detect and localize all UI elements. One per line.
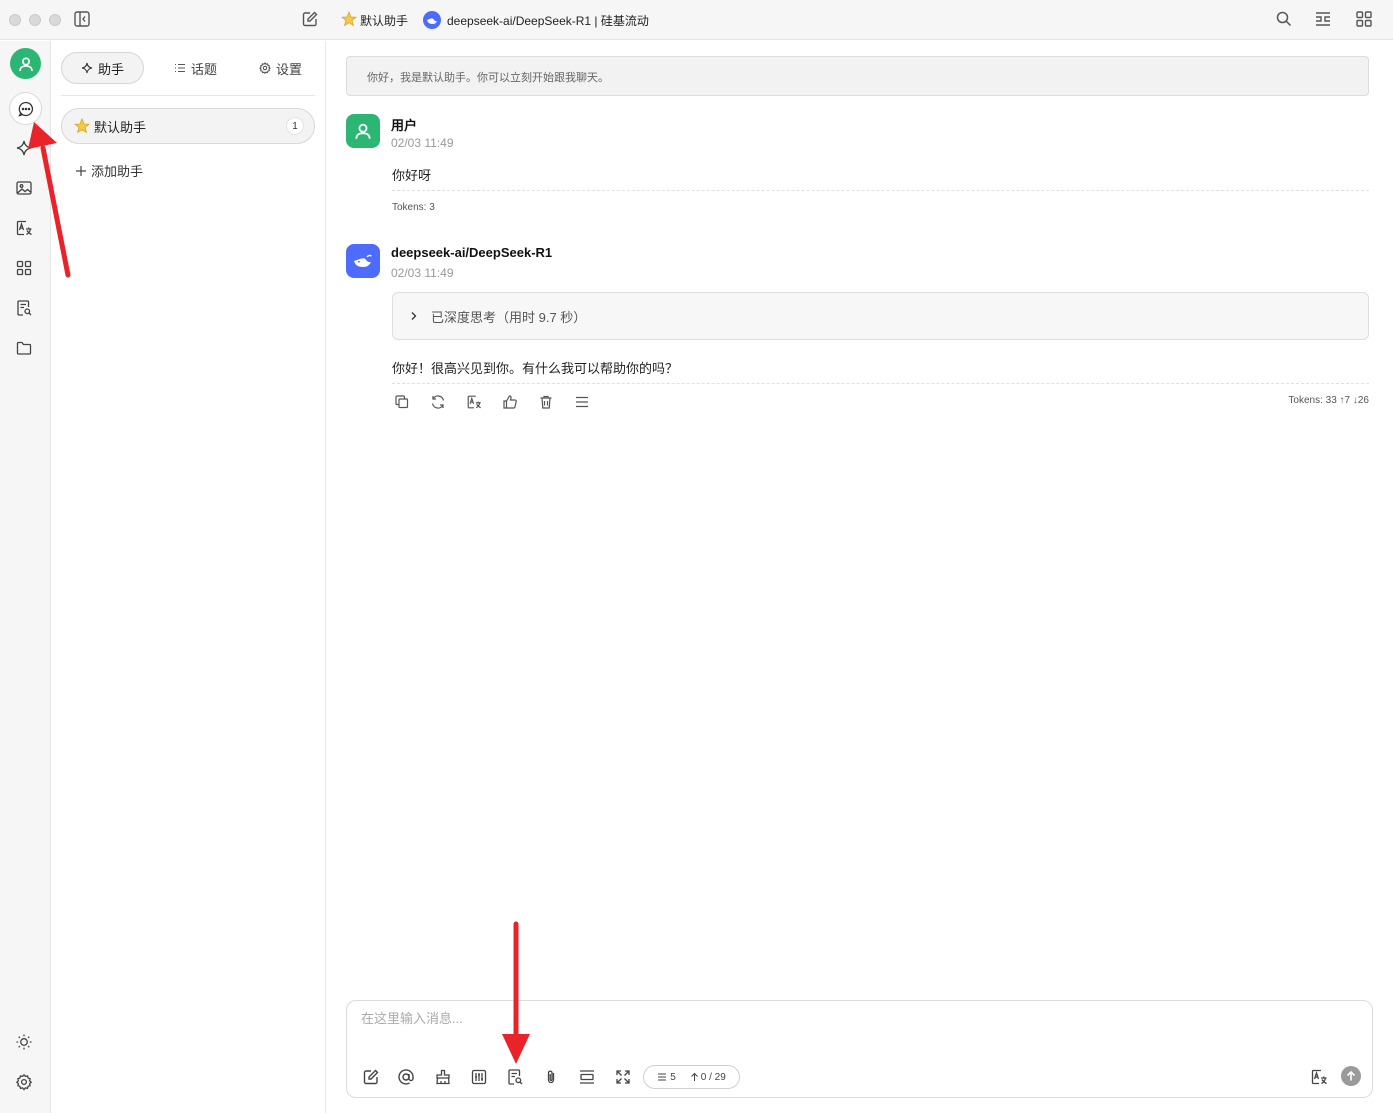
plus-icon (76, 165, 86, 176)
translate-icon[interactable] (15, 219, 35, 239)
tab-settings[interactable]: 设置 (239, 52, 322, 84)
user-message-author: 用户 (391, 118, 418, 133)
new-topic-icon[interactable] (362, 1068, 380, 1086)
clear-messages-icon[interactable] (434, 1068, 452, 1086)
apps-grid-icon[interactable] (1355, 10, 1375, 30)
user-message-avatar (346, 114, 380, 148)
tab-assistants-label: 助手 (97, 61, 124, 77)
model-message-time: 02/03 11:49 (391, 266, 454, 280)
send-button[interactable] (1341, 1066, 1361, 1086)
user-message-time: 02/03 11:49 (391, 136, 454, 150)
more-menu-icon[interactable] (574, 394, 590, 410)
deepseek-logo-icon (423, 11, 441, 29)
narrow-mode-icon[interactable] (1314, 10, 1334, 30)
expand-input-icon[interactable] (614, 1068, 632, 1086)
knowledge-base-icon[interactable] (15, 299, 35, 319)
message-input[interactable] (361, 1011, 1261, 1026)
attachment-icon[interactable] (542, 1068, 560, 1086)
window-minimize-button[interactable] (29, 14, 41, 26)
tab-topics-label: 话题 (190, 61, 217, 77)
add-assistant-button[interactable]: 添加助手 (75, 161, 143, 180)
deepseek-whale-icon (354, 254, 372, 267)
topic-count-badge: 1 (286, 117, 304, 135)
user-message-text: 你好呀 (392, 168, 432, 183)
model-message-tokens: Tokens: 33 ↑7 ↓26 (1288, 395, 1369, 406)
toggle-sidebar-icon[interactable] (73, 10, 93, 30)
arrow-up-icon (1346, 1070, 1356, 1081)
search-icon[interactable] (1275, 10, 1295, 30)
model-message-text: 你好！很高兴见到你。有什么我可以帮助你的吗？ (392, 361, 679, 376)
image-paint-icon[interactable] (15, 179, 35, 199)
chevron-right-icon (411, 312, 417, 320)
translate-input-icon[interactable] (1310, 1068, 1328, 1086)
model-message-author: deepseek-ai/DeepSeek-R1 (391, 245, 553, 260)
window-zoom-button[interactable] (49, 14, 61, 26)
new-chat-icon[interactable] (301, 10, 321, 30)
model-message-avatar (346, 244, 380, 278)
settings-gear-icon[interactable] (15, 1073, 35, 1093)
folder-icon[interactable] (15, 339, 35, 359)
list-icon (174, 63, 185, 73)
current-assistant-label[interactable]: 默认助手 (360, 12, 408, 29)
context-count: 5 (657, 1072, 676, 1083)
theme-sun-icon[interactable] (15, 1033, 35, 1053)
model-settings-icon[interactable] (470, 1068, 488, 1086)
user-message-tokens: Tokens: 3 (392, 202, 435, 213)
assistant-item-default[interactable]: 默认助手 1 (61, 108, 315, 144)
tab-assistants[interactable]: 助手 (61, 52, 144, 84)
chat-bubble-icon (17, 101, 33, 117)
mention-model-icon[interactable] (397, 1068, 415, 1086)
message-separator (392, 190, 1369, 191)
star-icon (74, 118, 90, 134)
chat-nav-button[interactable] (9, 92, 42, 125)
panel-divider (61, 95, 315, 96)
thumbs-up-icon[interactable] (502, 394, 518, 410)
context-limit-icon[interactable] (578, 1068, 596, 1086)
translate-message-icon[interactable] (466, 394, 482, 410)
arrow-up-icon (690, 1072, 698, 1081)
window-close-button[interactable] (9, 14, 21, 26)
gear-icon (259, 62, 271, 74)
chat-area: 你好，我是默认助手。你可以立刻开始跟我聊天。 用户 02/03 11:49 你好… (326, 41, 1393, 1113)
delete-icon[interactable] (538, 394, 554, 410)
thinking-label: 已深度思考（用时 9.7 秒） (431, 309, 587, 325)
message-separator (392, 383, 1369, 384)
current-model-label[interactable]: deepseek-ai/DeepSeek-R1 | 硅基流动 (447, 12, 649, 29)
user-avatar[interactable] (10, 48, 41, 79)
assistant-greeting: 你好，我是默认助手。你可以立刻开始跟我聊天。 (346, 56, 1369, 96)
tab-topics[interactable]: 话题 (154, 52, 237, 84)
token-count: 0 / 29 (690, 1072, 726, 1083)
assistant-item-label: 默认助手 (94, 119, 147, 135)
mini-apps-icon[interactable] (15, 259, 35, 279)
star-icon (341, 11, 357, 27)
thinking-collapse[interactable]: 已深度思考（用时 9.7 秒） (392, 292, 1369, 340)
knowledge-base-select-icon[interactable] (506, 1068, 524, 1086)
copy-icon[interactable] (394, 394, 410, 410)
list-icon (658, 1073, 667, 1081)
user-icon (355, 123, 371, 139)
message-composer: 5 0 / 29 (346, 1000, 1373, 1098)
navigation-rail (0, 41, 51, 1113)
assistant-panel: 助手 话题 设置 默认助手 1 添加助手 (51, 41, 326, 1113)
tab-settings-label: 设置 (275, 61, 302, 77)
sparkle-icon (81, 62, 93, 74)
regenerate-icon[interactable] (430, 394, 446, 410)
add-assistant-label: 添加助手 (91, 164, 144, 179)
context-token-counter[interactable]: 5 0 / 29 (643, 1065, 740, 1089)
title-bar: 默认助手 deepseek-ai/DeepSeek-R1 | 硅基流动 (0, 0, 1393, 40)
agents-sparkle-icon[interactable] (15, 139, 35, 159)
